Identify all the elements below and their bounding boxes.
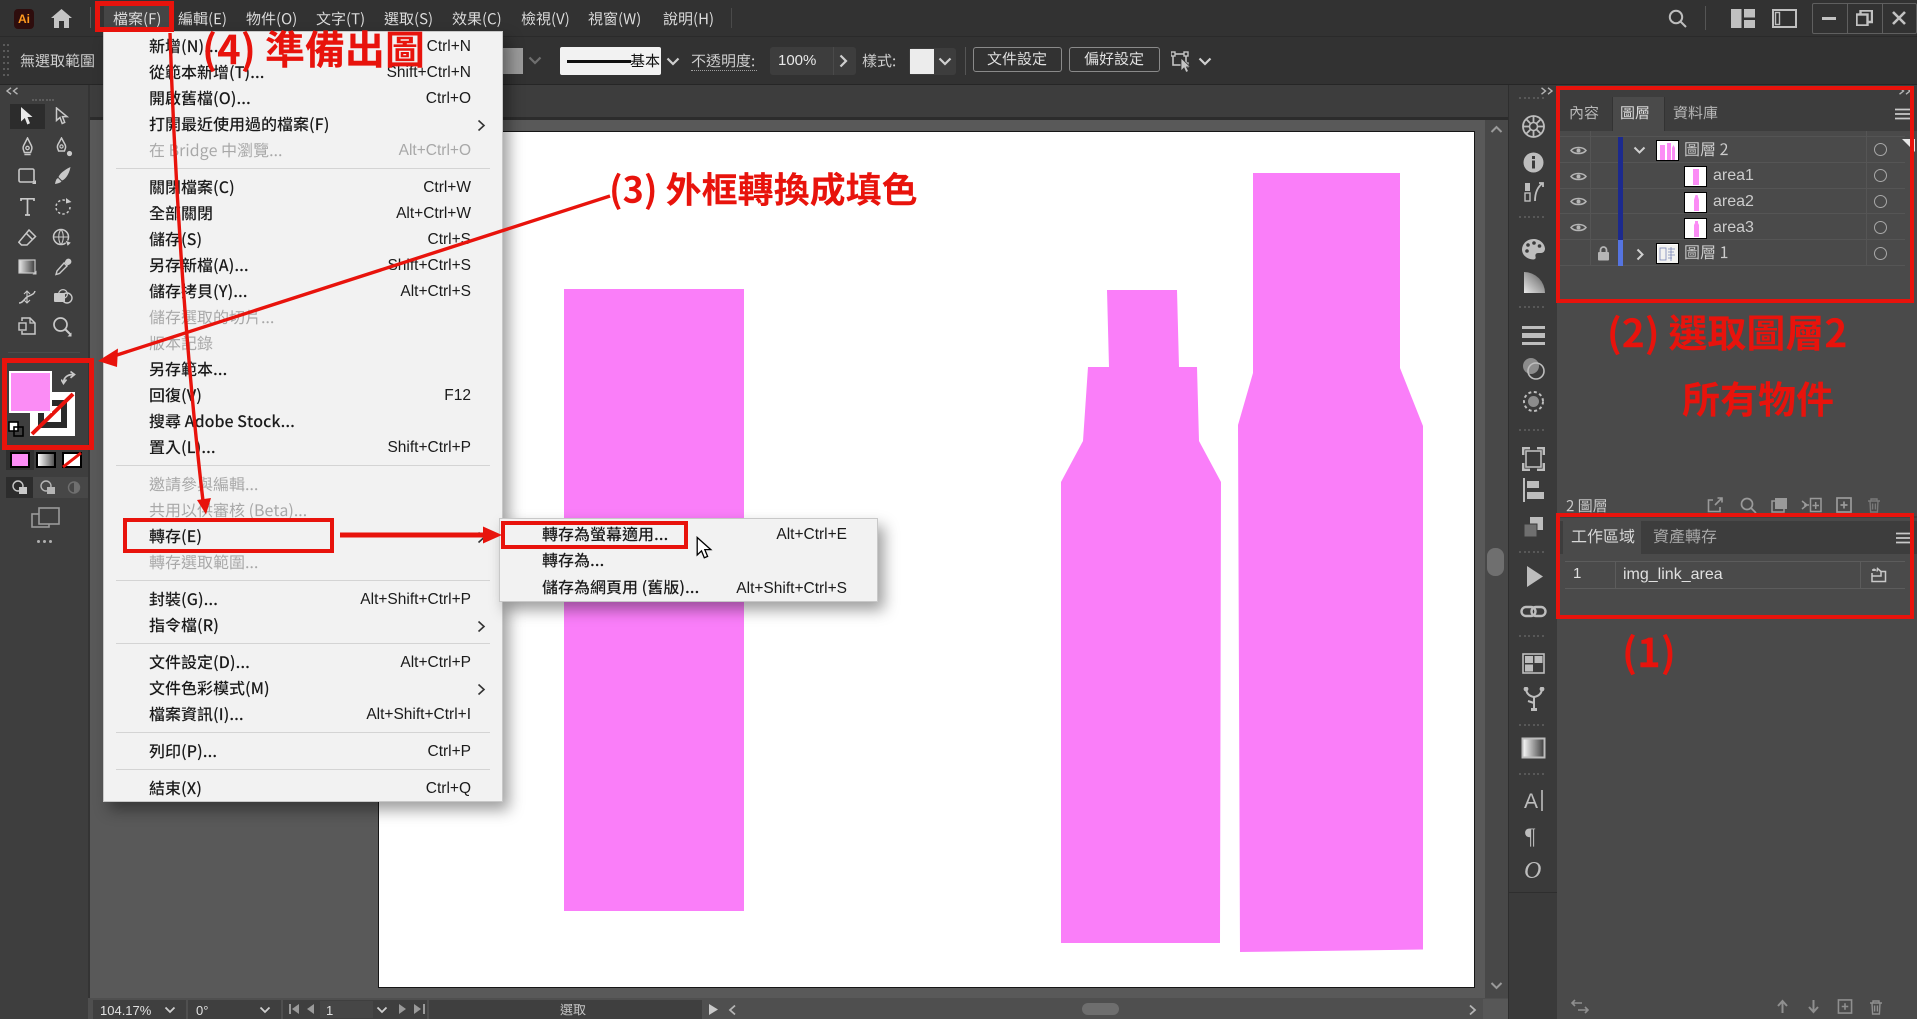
svg-text:A: A [1524,790,1538,812]
svg-text:¶: ¶ [1525,825,1536,848]
svg-text:O: O [1524,859,1541,882]
